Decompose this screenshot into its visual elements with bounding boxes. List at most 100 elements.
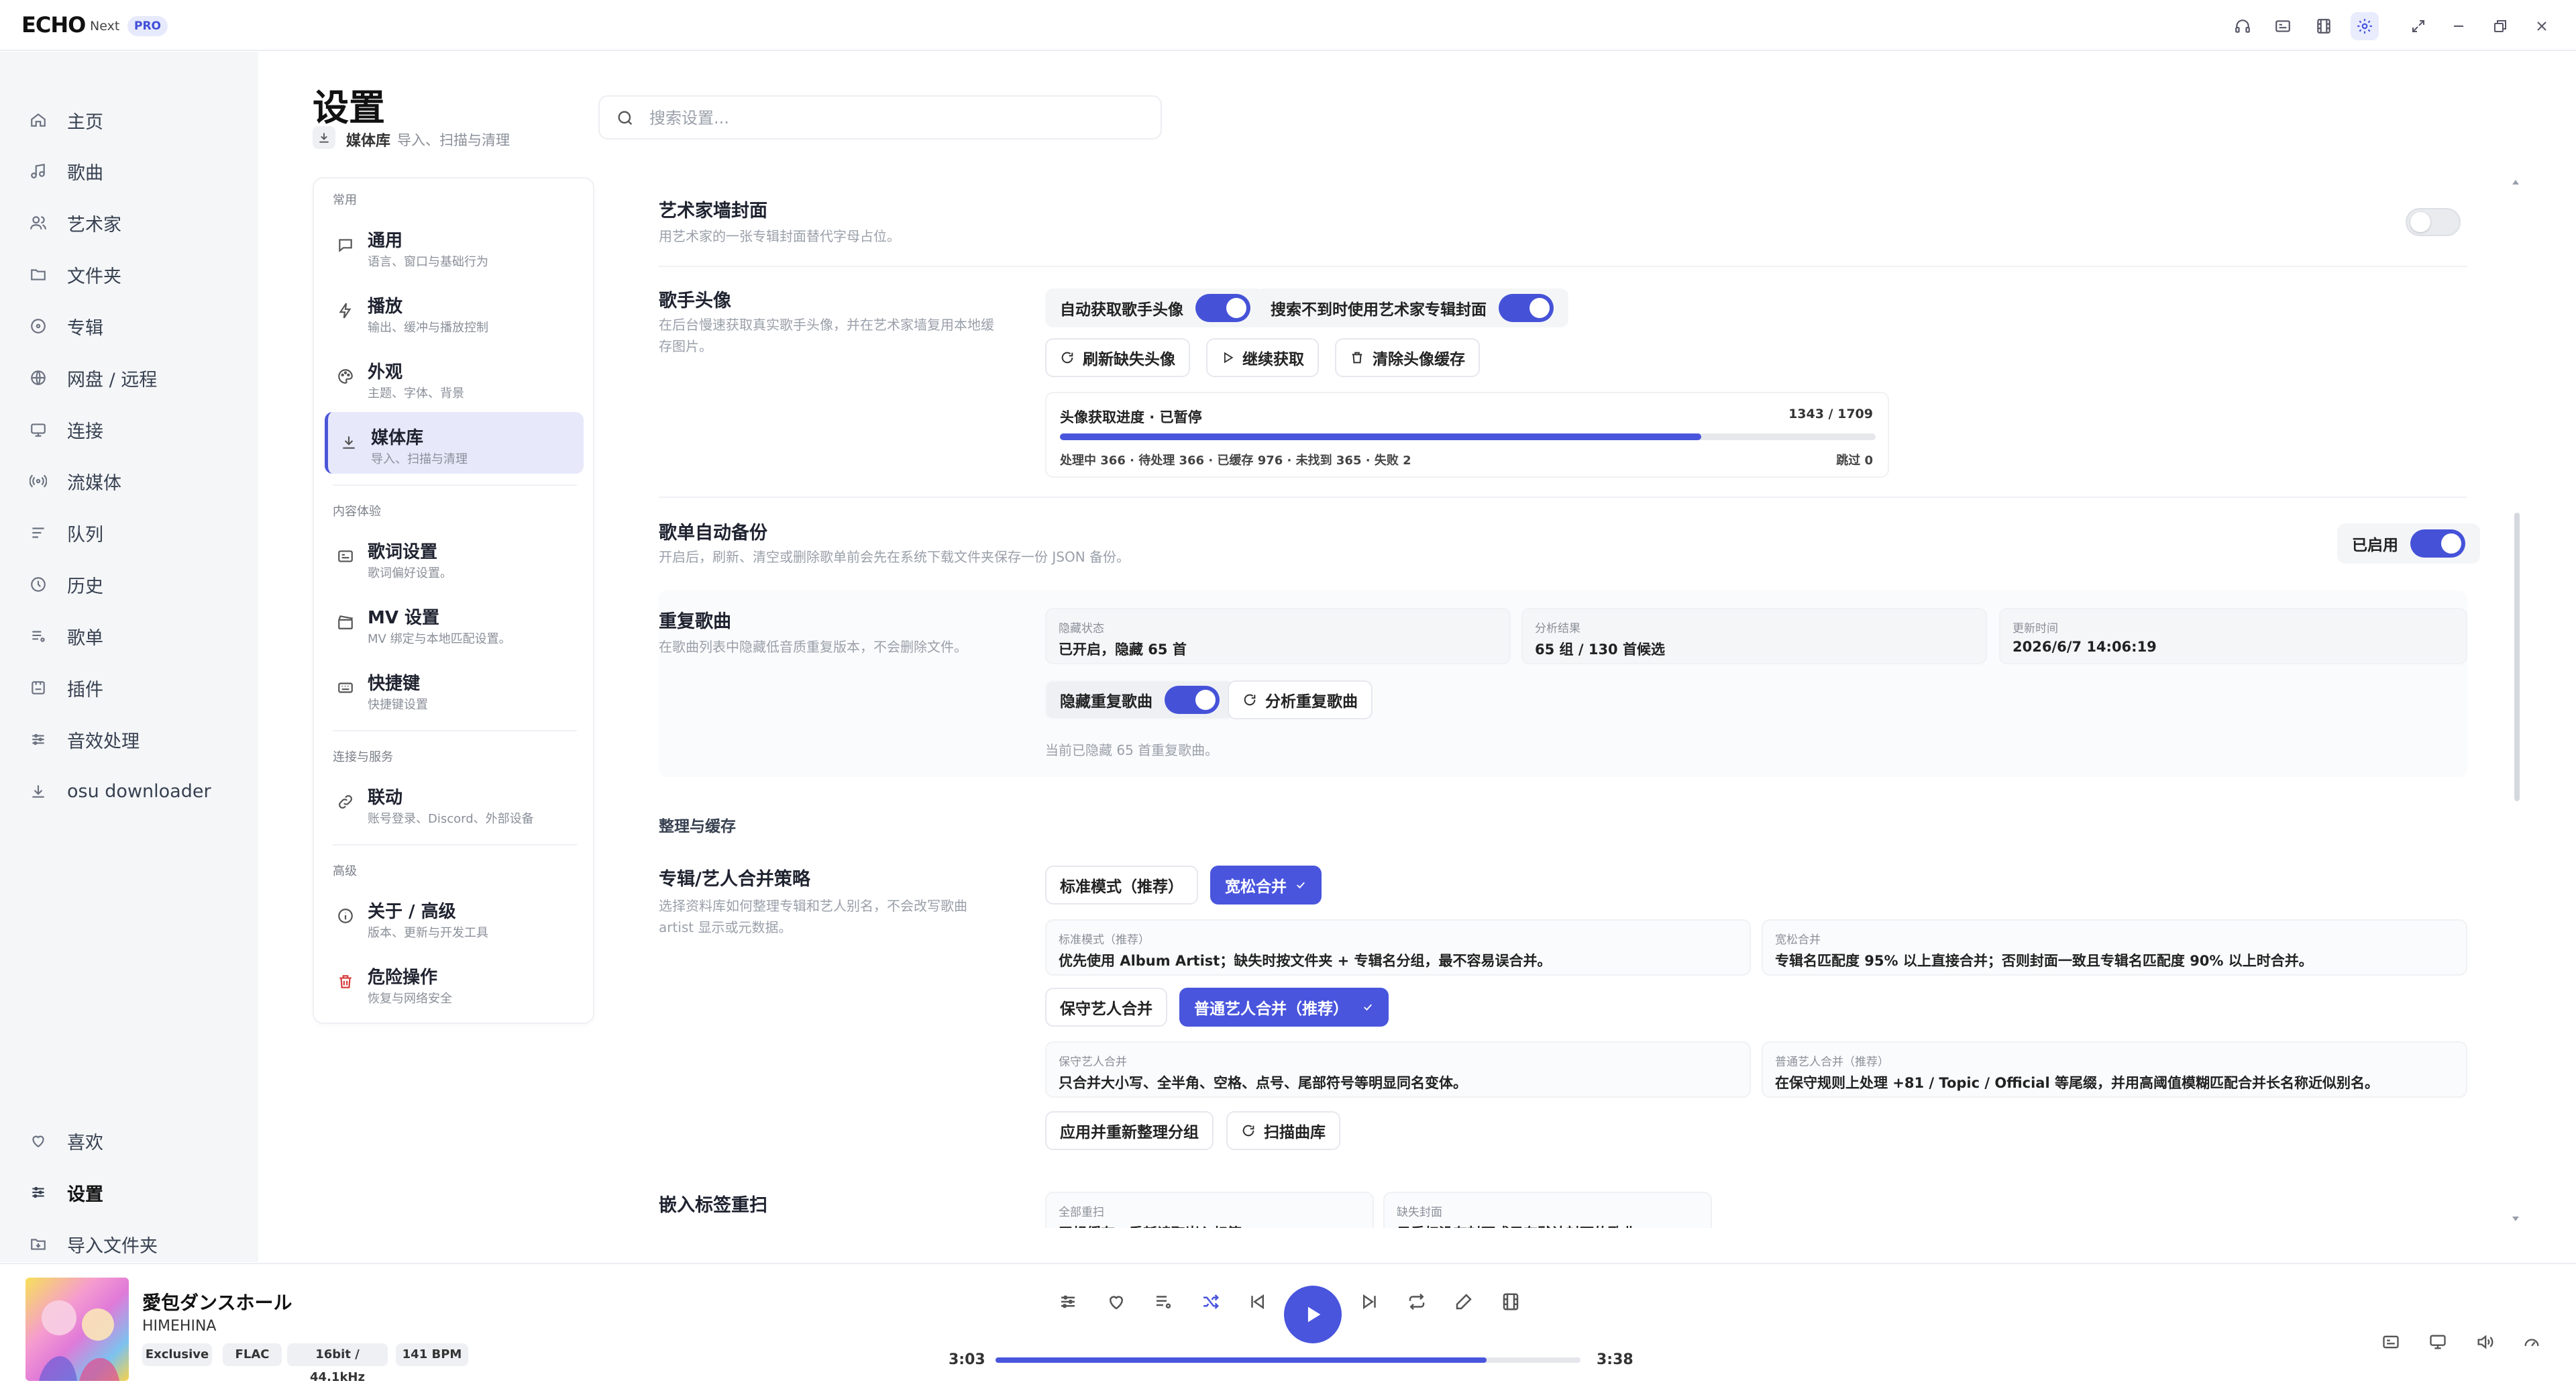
nav-plugins[interactable]: 插件 (0, 662, 258, 713)
analyze-duplicate-button[interactable]: 分析重复歌曲 (1228, 680, 1373, 719)
equalizer-icon[interactable] (1053, 1287, 1083, 1317)
headphones-icon[interactable] (2229, 12, 2257, 40)
menu-item-playback[interactable]: 播放 输出、缓冲与播放控制 (325, 280, 584, 342)
folder-icon (28, 264, 48, 285)
album-cover[interactable] (25, 1278, 129, 1381)
cast-icon (28, 419, 48, 440)
clear-cache-button[interactable]: 清除头像缓存 (1335, 338, 1480, 377)
nav-history[interactable]: 历史 (0, 559, 258, 610)
queue-list-icon[interactable] (1148, 1287, 1178, 1317)
monitor-icon[interactable] (2423, 1327, 2453, 1357)
minimize-icon[interactable] (2445, 12, 2473, 40)
menu-item-link[interactable]: 联动 账号登录、Discord、外部设备 (325, 772, 584, 833)
film-icon[interactable] (1496, 1287, 1525, 1317)
backup-enabled-option: 已启用 (2337, 523, 2480, 564)
close-icon[interactable] (2528, 12, 2556, 40)
nav-cloud[interactable]: 网盘 / 远程 (0, 352, 258, 403)
volume-icon[interactable] (2470, 1327, 2500, 1357)
scroll-down-arrow[interactable] (2512, 1216, 2520, 1224)
menu-section-common: 常用 (333, 193, 357, 207)
plugin-icon (28, 678, 48, 698)
previous-icon[interactable] (1242, 1287, 1272, 1317)
conservative-artist-button[interactable]: 保守艺人合并 (1045, 988, 1167, 1027)
refresh-icon (1241, 1123, 1256, 1138)
loose-merge-button[interactable]: 宽松合并 (1210, 866, 1322, 905)
nav-settings[interactable]: 设置 (0, 1167, 258, 1218)
link-icon (335, 792, 356, 812)
menu-item-danger[interactable]: 危险操作 恢复与网络安全 (325, 951, 584, 1013)
lyrics-toggle-icon[interactable] (2376, 1327, 2406, 1357)
menu-item-about[interactable]: 关于 / 高级 版本、更新与开发工具 (325, 886, 584, 947)
fallback-album-option: 搜索不到时使用艺术家专辑封面 (1256, 289, 1568, 327)
merge-title: 专辑/艺人合并策略 (659, 869, 810, 890)
artist-wall-desc: 用艺术家的一张专辑封面替代字母占位。 (659, 228, 900, 244)
search-input[interactable] (649, 106, 1146, 130)
normal-artist-card: 普通艺人合并（推荐） 在保守规则上处理 +81 / Topic / Offici… (1762, 1041, 2467, 1098)
tag-bpm: 141 BPM (396, 1343, 468, 1366)
nav-home[interactable]: 主页 (0, 95, 258, 146)
film-icon[interactable] (2310, 12, 2338, 40)
nav-connect[interactable]: 连接 (0, 404, 258, 455)
continue-fetch-button[interactable]: 继续获取 (1206, 338, 1319, 377)
avatar-title: 歌手头像 (659, 291, 731, 311)
nav-favorites[interactable]: 喜欢 (0, 1115, 258, 1166)
scan-library-button[interactable]: 扫描曲库 (1226, 1111, 1340, 1150)
loose-merge-card: 宽松合并 专辑名匹配度 95% 以上直接合并；否则封面一致且专辑名匹配度 90%… (1762, 919, 2467, 976)
menu-item-library[interactable]: 媒体库 导入、扫描与清理 (325, 412, 584, 474)
nav-streaming[interactable]: 流媒体 (0, 456, 258, 507)
standard-mode-card: 标准模式（推荐） 优先使用 Album Artist；缺失时按文件夹 + 专辑名… (1045, 919, 1751, 976)
clapperboard-icon (335, 612, 356, 632)
menu-item-lyrics[interactable]: 歌词设置 歌词偏好设置。 (325, 526, 584, 588)
auto-avatar-toggle[interactable] (1195, 294, 1250, 322)
expand-icon[interactable] (2404, 12, 2432, 40)
missing-cover-card[interactable]: 缺失封面 只重扫没有封面或只有默认封面的歌曲 (1383, 1192, 1712, 1228)
full-rescan-card[interactable]: 全部重扫 王规缓存，重新读取嵌入标签 (1045, 1192, 1374, 1228)
standard-mode-button[interactable]: 标准模式（推荐） (1045, 866, 1198, 905)
breadcrumb-desc: 导入、扫描与清理 (397, 132, 510, 148)
restore-icon[interactable] (2486, 12, 2514, 40)
menu-item-shortcuts[interactable]: 快捷键 快捷键设置 (325, 658, 584, 719)
artist-wall-toggle[interactable] (2406, 208, 2461, 236)
tag-exclusive: Exclusive (142, 1343, 212, 1366)
shuffle-icon[interactable] (1195, 1287, 1225, 1317)
nav-playlists[interactable]: 歌单 (0, 611, 258, 662)
track-artist[interactable]: HIMEHINA (142, 1318, 216, 1335)
hide-duplicate-toggle[interactable] (1165, 686, 1220, 714)
next-icon[interactable] (1355, 1287, 1385, 1317)
apply-regroup-button[interactable]: 应用并重新整理分组 (1045, 1111, 1214, 1150)
like-heart-icon[interactable] (1102, 1287, 1131, 1317)
refresh-missing-button[interactable]: 刷新缺失头像 (1045, 338, 1190, 377)
nav-albums[interactable]: 专辑 (0, 301, 258, 352)
menu-item-appearance[interactable]: 外观 主题、字体、背景 (325, 346, 584, 408)
settings-gear-icon[interactable] (2351, 12, 2379, 40)
list-icon (28, 523, 48, 543)
nav-songs[interactable]: 歌曲 (0, 146, 258, 197)
menu-item-general[interactable]: 通用 语言、窗口与基础行为 (325, 215, 584, 276)
pen-icon[interactable] (1449, 1287, 1479, 1317)
nav-osu-downloader[interactable]: osu downloader (0, 766, 258, 817)
analysis-result-card: 分析结果 65 组 / 130 首候选 (1521, 608, 1987, 664)
lightning-icon (335, 301, 356, 321)
nav-import-folder[interactable]: 导入文件夹 (0, 1219, 258, 1270)
repeat-icon[interactable] (1402, 1287, 1432, 1317)
play-button[interactable] (1284, 1286, 1342, 1343)
nav-artists[interactable]: 艺术家 (0, 197, 258, 248)
fallback-album-toggle[interactable] (1499, 294, 1554, 322)
nav-audio-effects[interactable]: 音效处理 (0, 714, 258, 765)
playback-progress[interactable] (996, 1357, 1580, 1363)
auto-avatar-option: 自动获取歌手头像 (1045, 289, 1265, 327)
speed-gauge-icon[interactable] (2517, 1327, 2546, 1357)
nav-queue[interactable]: 队列 (0, 507, 258, 558)
normal-artist-button[interactable]: 普通艺人合并（推荐） (1179, 988, 1389, 1027)
lyrics-icon[interactable] (2269, 12, 2297, 40)
scroll-up-arrow[interactable] (2512, 178, 2520, 187)
nav-folders[interactable]: 文件夹 (0, 249, 258, 300)
backup-toggle[interactable] (2410, 529, 2465, 558)
refresh-icon (1060, 350, 1075, 365)
scrollbar-thumb[interactable] (2514, 513, 2520, 801)
music-note-icon (28, 161, 48, 181)
tag-bitrate: 16bit / 44.1kHz (287, 1343, 388, 1384)
track-title[interactable]: 愛包ダンスホール (142, 1288, 292, 1315)
menu-item-mv[interactable]: MV 设置 MV 绑定与本地匹配设置。 (325, 592, 584, 654)
history-icon (28, 574, 48, 595)
